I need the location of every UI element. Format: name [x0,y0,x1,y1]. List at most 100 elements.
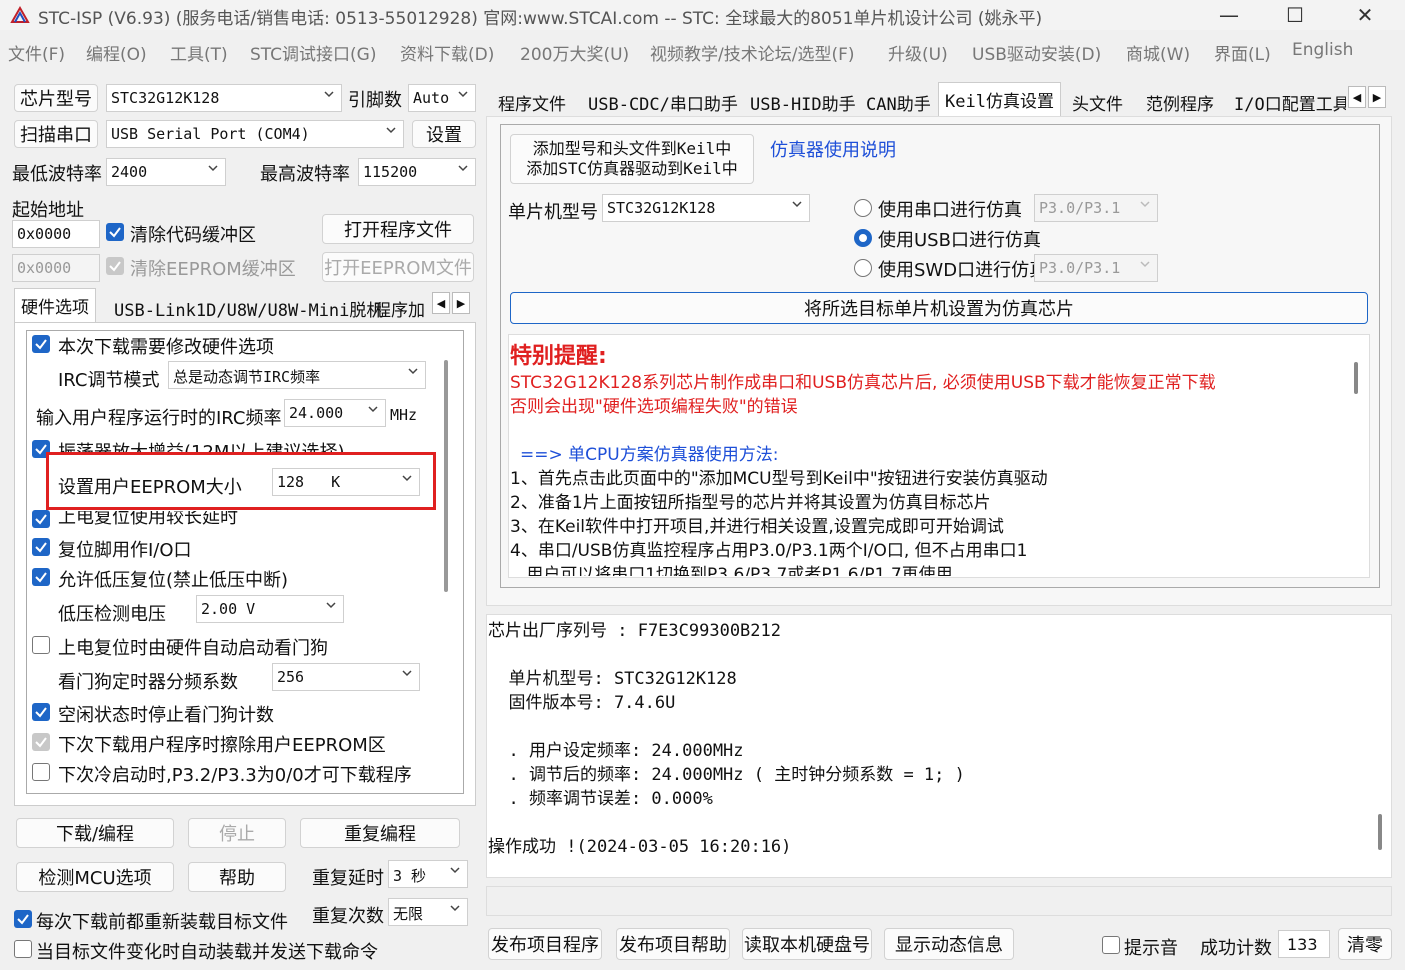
set-target-chip-button[interactable]: 将所选目标单片机设置为仿真芯片 [510,292,1368,324]
log-line: . 调节后的频率: 24.000MHz ( 主时钟分频系数 = 1; ) [488,765,965,785]
output-log-scrollbar[interactable] [1378,814,1382,850]
tab-scroll-right-arrow[interactable]: ▶ [452,292,470,314]
irc-frequency-select[interactable]: 24.000 [284,399,386,427]
repeat-delay-select[interactable]: 3 秒 [388,860,468,888]
modify-hw-options-checkbox[interactable] [32,335,50,353]
log-line: 操作成功 !(2024-03-05 16:20:16) [488,837,792,857]
menu-prize[interactable]: 200万大奖(U) [520,40,629,65]
menu-debug-interface[interactable]: STC调试接口(G) [250,40,377,65]
menu-upgrade[interactable]: 升级(U) [888,40,948,65]
show-dynamic-info-button[interactable]: 显示动态信息 [884,928,1014,960]
port-select[interactable]: USB Serial Port (COM4) [106,120,404,148]
success-count-label: 成功计数 [1200,938,1272,959]
tab-program-file[interactable]: 程序文件 [492,86,572,118]
close-button[interactable]: ✕ [1336,0,1394,30]
highlight-box [46,452,436,510]
reload-before-download-checkbox[interactable] [14,910,32,928]
menu-usb-driver[interactable]: USB驱动安装(D) [972,40,1101,65]
chip-model-button[interactable]: 芯片型号 [14,84,98,112]
tab-scroll-left-arrow[interactable]: ◀ [432,292,450,314]
log-line: 单片机型号: STC32G12K128 [488,669,737,689]
auto-send-checkbox[interactable] [14,940,32,958]
menu-file[interactable]: 文件(F) [8,40,65,65]
code-address-input[interactable]: 0x0000 [12,220,100,248]
menu-download-docs[interactable]: 资料下载(D) [400,40,494,65]
mcu-model-select[interactable]: STC32G12K128 [602,194,810,222]
publish-project-help-button[interactable]: 发布项目帮助 [616,928,730,960]
menu-tools[interactable]: 工具(T) [170,40,228,65]
detect-mcu-button[interactable]: 检测MCU选项 [16,862,174,892]
menu-interface[interactable]: 界面(L) [1214,40,1271,65]
poweron-delay-checkbox[interactable] [32,510,50,528]
tab-can[interactable]: CAN助手 [860,86,937,118]
menu-english[interactable]: English [1292,40,1353,60]
swd-emulation-port-select[interactable]: P3.0/P3.1 [1034,254,1158,282]
pin-count-select[interactable]: Auto [408,84,476,112]
max-baud-select[interactable]: 115200 [358,158,476,186]
cold-start-checkbox[interactable] [32,763,50,781]
menu-program[interactable]: 编程(O) [86,40,147,65]
add-to-keil-button[interactable]: 添加型号和头文件到Keil中 添加STC仿真器驱动到Keil中 [510,134,754,184]
reprogram-button[interactable]: 重复编程 [300,818,460,848]
serial-emulation-radio[interactable] [854,199,872,217]
tab-scroll-left-arrow[interactable]: ◀ [1348,86,1366,108]
menu-video-forum[interactable]: 视频教学/技术论坛/选型(F) [650,40,855,65]
tab-examples[interactable]: 范例程序 [1140,86,1220,118]
tab-usb-cdc[interactable]: USB-CDC/串口助手 [582,86,744,118]
success-count-value: 133 [1278,930,1330,958]
menu-store[interactable]: 商城(W) [1126,40,1190,65]
tab-io-config[interactable]: I/O口配置工具 [1228,86,1346,118]
minimize-button[interactable]: — [1200,0,1258,30]
erase-eeprom-checkbox[interactable] [32,733,50,751]
reset-pin-io-checkbox[interactable] [32,538,50,556]
clear-code-label: 清除代码缓冲区 [130,225,256,246]
chevron-down-icon [458,165,468,172]
eeprom-address-input[interactable]: 0x0000 [12,254,100,282]
min-baud-select[interactable]: 2400 [106,158,226,186]
irc-mode-select[interactable]: 总是动态调节IRC频率 [168,361,426,389]
tab-usb-hid[interactable]: USB-HID助手 [744,86,862,118]
repeat-count-select[interactable]: 无限 [388,898,468,926]
chevron-down-icon [792,201,802,208]
tab-scroll-right-arrow[interactable]: ▶ [1368,86,1386,108]
notice-scrollbar[interactable] [1354,362,1358,394]
poweron-delay-label-wrap: 上电复位使用较长延时 [58,511,258,527]
maximize-button[interactable]: ☐ [1266,0,1324,30]
open-eeprom-file-button[interactable]: 打开EEPROM文件 [322,252,474,282]
prompt-sound-checkbox[interactable] [1102,936,1120,954]
usb-emulation-radio[interactable] [854,229,872,247]
emulator-manual-link[interactable]: 仿真器使用说明 [770,136,896,162]
serial-emulation-port-select[interactable]: P3.0/P3.1 [1034,194,1158,222]
method-title: ==> 单CPU方案仿真器使用方法: [520,445,779,465]
log-line: . 用户设定频率: 24.000MHz [488,741,744,761]
clear-eeprom-checkbox[interactable] [106,257,124,275]
swd-emulation-radio[interactable] [854,259,872,277]
stop-button[interactable]: 停止 [188,818,286,848]
hardware-options-scrollbar[interactable] [444,360,448,592]
log-line: . 频率调节误差: 0.000% [488,789,713,809]
tab-program-add[interactable]: 程序加 [368,292,430,324]
notice-line-1: STC32G12K128系列芯片制作成串口和USB仿真芯片后, 必须使用USB下… [510,373,1216,393]
min-baud-label: 最低波特率 [12,164,102,185]
idle-stop-watchdog-checkbox[interactable] [32,703,50,721]
help-button[interactable]: 帮助 [188,862,286,892]
read-disk-id-button[interactable]: 读取本机硬盘号 [742,928,872,960]
open-program-file-button[interactable]: 打开程序文件 [322,214,474,244]
low-voltage-reset-checkbox[interactable] [32,568,50,586]
port-settings-button[interactable]: 设置 [412,120,476,148]
clear-count-button[interactable]: 清零 [1338,928,1392,960]
lvd-voltage-select[interactable]: 2.00 V [196,595,344,623]
tab-keil-emulator[interactable]: Keil仿真设置 [938,82,1061,118]
tab-header-files[interactable]: 头文件 [1066,86,1129,118]
watchdog-prescaler-select[interactable]: 256 [272,663,420,691]
tab-usb-link[interactable]: USB-Link1D/U8W/U8W-Mini脱机 [108,292,389,324]
chevron-down-icon [458,91,468,98]
publish-project-program-button[interactable]: 发布项目程序 [488,928,602,960]
chip-model-select[interactable]: STC32G12K128 [106,84,342,112]
auto-watchdog-checkbox[interactable] [32,636,50,654]
scan-port-button[interactable]: 扫描串口 [14,120,98,148]
tab-hardware-options[interactable]: 硬件选项 [14,288,96,324]
download-program-button[interactable]: 下载/编程 [16,818,174,848]
watchdog-prescaler-label: 看门狗定时器分频系数 [58,672,238,693]
clear-code-checkbox[interactable] [106,223,124,241]
